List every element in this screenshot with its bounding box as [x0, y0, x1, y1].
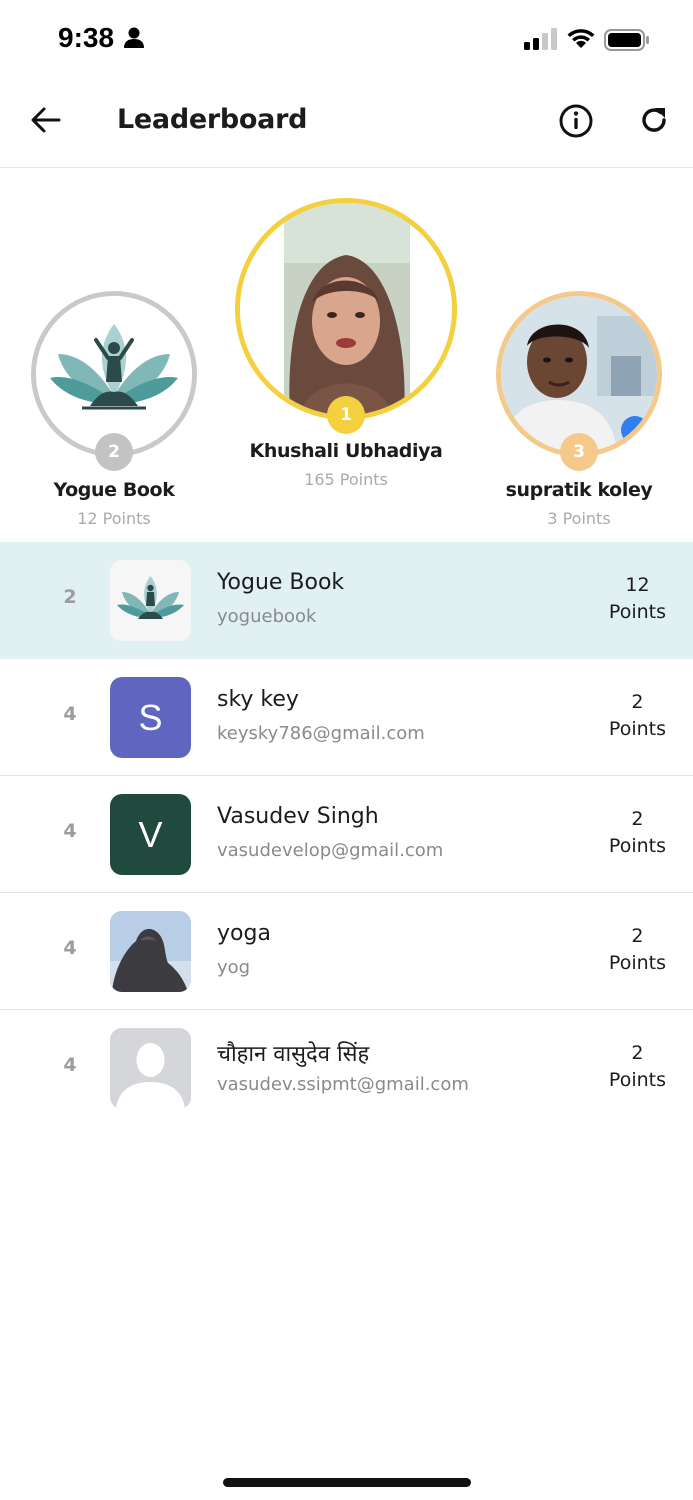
signal-icon — [524, 28, 558, 54]
points-value: 2 — [631, 925, 644, 947]
battery-icon — [604, 29, 650, 55]
leaderboard-podium: 2 Yogue Book 12 Points 1 Khushali Ubhadi… — [0, 168, 693, 542]
row-email: keysky786@gmail.com — [217, 723, 425, 744]
home-indicator — [223, 1478, 471, 1487]
podium-avatar: 1 — [235, 198, 457, 434]
refresh-button[interactable] — [636, 104, 672, 140]
row-points: 2 Points — [609, 1040, 666, 1094]
lotus-logo-icon — [36, 296, 192, 452]
podium-points: 165 Points — [304, 470, 388, 489]
points-value: 12 — [625, 574, 650, 596]
points-label: Points — [608, 952, 666, 974]
points-value: 2 — [631, 808, 644, 830]
podium-first-place[interactable]: 1 Khushali Ubhadiya 165 Points — [235, 198, 457, 489]
row-email: vasudev.ssipmt@gmail.com — [217, 1074, 469, 1095]
avatar-letter: S — [138, 696, 163, 738]
podium-points: 3 Points — [547, 509, 611, 528]
leaderboard-row[interactable]: 4 S sky key keysky786@gmail.com 2 Points — [0, 659, 693, 776]
leaderboard-row[interactable]: 4 चौहान वासुदेव सिंह vasudev.ssipmt@gmai… — [0, 1010, 693, 1127]
row-name: sky key — [217, 687, 299, 712]
lotus-logo-icon — [110, 560, 191, 641]
podium-second-place[interactable]: 2 Yogue Book 12 Points — [31, 291, 197, 528]
profile-photo — [501, 296, 657, 452]
page-title: Leaderboard — [117, 104, 308, 135]
leaderboard-row[interactable]: 4 yoga yog 2 Points — [0, 893, 693, 1010]
arrow-left-icon — [31, 107, 61, 137]
row-username: yoguebook — [217, 606, 317, 627]
row-points: 2 Points — [609, 806, 666, 860]
refresh-icon — [638, 104, 670, 140]
row-points: 2 Points — [609, 689, 666, 743]
leaderboard-row[interactable]: 4 V Vasudev Singh vasudevelop@gmail.com … — [0, 776, 693, 893]
row-points: 12 Points — [609, 572, 666, 626]
app-header: Leaderboard — [0, 80, 693, 168]
row-rank: 2 — [63, 586, 77, 608]
points-value: 2 — [631, 691, 644, 713]
row-avatar — [110, 911, 191, 992]
statue-photo-icon — [110, 911, 191, 992]
points-value: 2 — [631, 1042, 644, 1064]
rank-badge: 2 — [95, 433, 133, 471]
row-name: चौहान वासुदेव सिंह — [217, 1042, 370, 1067]
leaderboard-row[interactable]: 2 Yogue Book yoguebook 12 Points — [0, 542, 693, 659]
podium-third-place[interactable]: 3 supratik koley 3 Points — [496, 291, 662, 528]
podium-points: 12 Points — [77, 509, 151, 528]
row-name: Vasudev Singh — [217, 804, 379, 829]
row-rank: 4 — [63, 703, 77, 725]
points-label: Points — [608, 601, 666, 623]
person-icon — [124, 27, 144, 53]
avatar-letter: V — [138, 813, 163, 855]
row-email: vasudevelop@gmail.com — [217, 840, 444, 861]
row-rank: 4 — [63, 820, 77, 842]
rank-badge: 3 — [560, 433, 598, 471]
points-label: Points — [608, 1069, 666, 1091]
podium-name: Khushali Ubhadiya — [249, 440, 443, 462]
row-avatar: S — [110, 677, 191, 758]
podium-avatar: 3 — [496, 291, 662, 471]
rank-badge: 1 — [327, 396, 365, 434]
row-avatar — [110, 1028, 191, 1109]
back-button[interactable] — [28, 104, 64, 140]
default-person-icon — [110, 1028, 191, 1109]
row-avatar: V — [110, 794, 191, 875]
points-label: Points — [608, 835, 666, 857]
row-points: 2 Points — [609, 923, 666, 977]
leaderboard-list: 2 Yogue Book yoguebook 12 Points 4 S sky… — [0, 542, 693, 1127]
podium-name: supratik koley — [505, 479, 653, 501]
row-name: Yogue Book — [217, 570, 345, 595]
row-name: yoga — [217, 921, 271, 946]
points-label: Points — [608, 718, 666, 740]
status-bar: 9:38 — [0, 0, 693, 80]
row-avatar — [110, 560, 191, 641]
row-rank: 4 — [63, 937, 77, 959]
info-button[interactable] — [557, 104, 595, 142]
row-username: yog — [217, 957, 251, 978]
wifi-icon — [566, 27, 596, 53]
podium-name: Yogue Book — [53, 479, 175, 501]
status-time: 9:38 — [58, 22, 115, 53]
info-icon — [558, 103, 594, 143]
row-rank: 4 — [63, 1054, 77, 1076]
profile-photo — [240, 203, 452, 415]
podium-avatar: 2 — [31, 291, 197, 471]
